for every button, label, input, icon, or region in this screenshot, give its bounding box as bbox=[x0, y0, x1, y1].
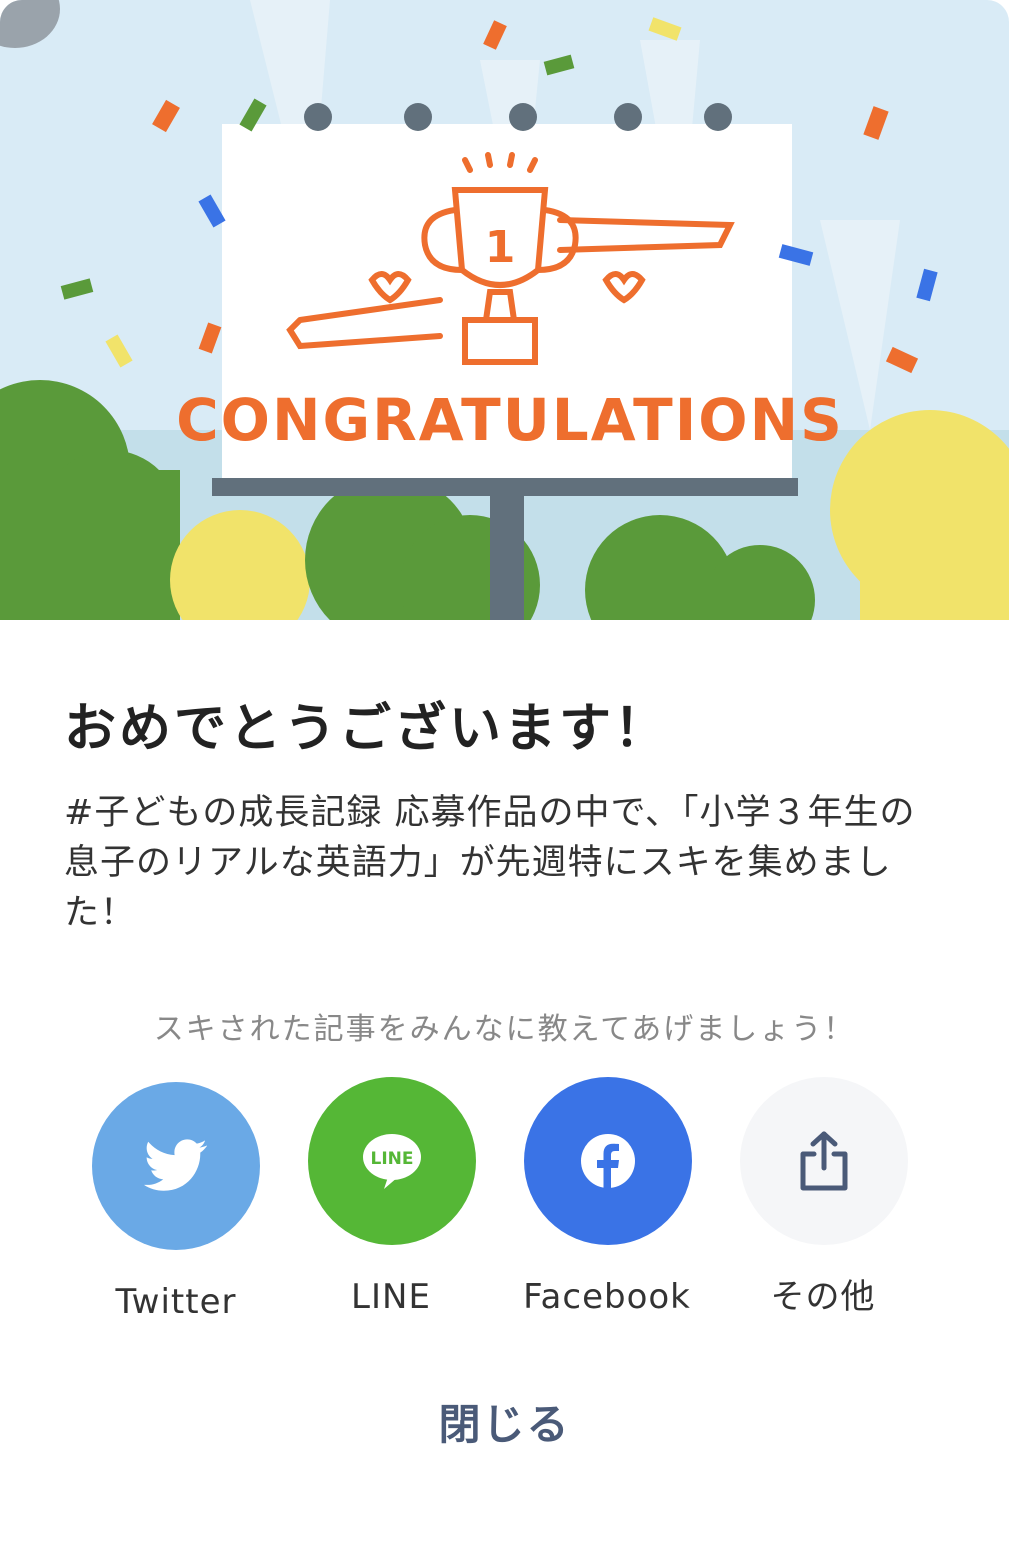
twitter-bird-icon bbox=[144, 1139, 207, 1191]
billboard-text: CONGRATULATIONS bbox=[176, 386, 844, 454]
other-share-button[interactable] bbox=[740, 1077, 908, 1245]
congratulations-modal: 1 CONGRATULATIONS おめでとうございます！ #子どもの成長記録 … bbox=[0, 0, 1009, 1551]
share-upload-icon bbox=[800, 1131, 848, 1191]
close-button[interactable]: 閉じる bbox=[0, 1400, 1009, 1450]
svg-text:LINE: LINE bbox=[371, 1149, 414, 1169]
facebook-share-label: Facebook bbox=[523, 1277, 691, 1317]
twitter-share-button[interactable] bbox=[92, 1082, 260, 1250]
facebook-share-button[interactable] bbox=[524, 1077, 692, 1245]
twitter-share-label: Twitter bbox=[115, 1282, 237, 1322]
trophy-number: 1 bbox=[485, 222, 516, 273]
other-share-label: その他 bbox=[770, 1277, 876, 1317]
hero-illustration: 1 CONGRATULATIONS bbox=[0, 0, 1009, 620]
line-logo-icon: LINE bbox=[363, 1134, 421, 1189]
line-share-label: LINE bbox=[351, 1277, 431, 1317]
line-share-button[interactable]: LINE bbox=[308, 1077, 476, 1245]
modal-title: おめでとうございます！ bbox=[64, 699, 670, 759]
facebook-f-icon bbox=[581, 1134, 635, 1189]
share-prompt: スキされた記事をみんなに教えてあげましょう！ bbox=[153, 1012, 856, 1047]
modal-message: #子どもの成長記録 応募作品の中で、「小学３年生の息子のリアルな英語力」が先週特… bbox=[64, 793, 916, 933]
billboard-illustration: 1 CONGRATULATIONS bbox=[0, 0, 1009, 620]
